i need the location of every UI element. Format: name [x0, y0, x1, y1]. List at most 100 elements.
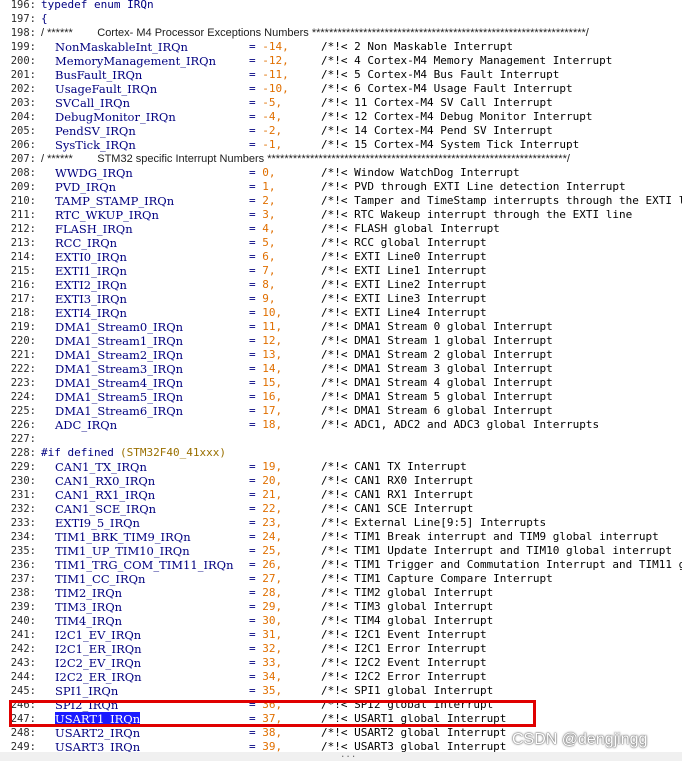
- line-number: 207:: [10, 153, 36, 165]
- enum-name: EXTI3_IRQn: [55, 292, 127, 306]
- code-line[interactable]: 220: DMA1_Stream1_IRQn = 12, /*!< DMA1 Stre…: [0, 334, 682, 348]
- code-line[interactable]: 227:: [0, 432, 682, 446]
- enum-value: = 25,: [249, 544, 283, 557]
- code-text: DMA1_Stream2_IRQn = 13, /*!< DMA1 Stream 2…: [41, 348, 682, 362]
- enum-comment: /*!< TIM2 global Interrupt: [321, 586, 494, 599]
- line-number: 248:: [10, 727, 36, 739]
- code-line[interactable]: 204: DebugMonitor_IRQn = -4, /*!< 12 Cortex…: [0, 110, 682, 124]
- code-line[interactable]: 244: I2C2_ER_IRQn = 34, /*!< I2C2 Error Int…: [0, 670, 682, 684]
- code-line[interactable]: 212: FLASH_IRQn = 4, /*!< FLASH global Inte…: [0, 222, 682, 236]
- code-line[interactable]: 241: I2C1_EV_IRQn = 31, /*!< I2C1 Event Int…: [0, 628, 682, 642]
- code-line[interactable]: 207: / ****** STM32 specific Interrupt Nu…: [0, 152, 682, 166]
- code-line[interactable]: 236: TIM1_TRG_COM_TIM11_IRQn = 26, /*!< TIM…: [0, 558, 682, 572]
- code-line[interactable]: 221: DMA1_Stream2_IRQn = 13, /*!< DMA1 Stre…: [0, 348, 682, 362]
- enum-name: EXTI9_5_IRQn: [55, 516, 140, 530]
- enum-name: SysTick_IRQn: [55, 138, 136, 152]
- code-line[interactable]: 200: MemoryManagement_IRQn = -12, /*!< 4 Co…: [0, 54, 682, 68]
- enum-name: DMA1_Stream5_IRQn: [55, 390, 184, 404]
- enum-value: = 2,: [249, 194, 276, 207]
- code-line[interactable]: 211: RTC_WKUP_IRQn = 3, /*!< RTC Wakeup int…: [0, 208, 682, 222]
- code-line[interactable]: 219: DMA1_Stream0_IRQn = 11, /*!< DMA1 Stre…: [0, 320, 682, 334]
- code-text: TIM1_BRK_TIM9_IRQn = 24, /*!< TIM1 Break i…: [41, 530, 682, 544]
- code-line[interactable]: 238: TIM2_IRQn = 28, /*!< TIM2 global Inter…: [0, 586, 682, 600]
- code-line[interactable]: 215: EXTI1_IRQn = 7, /*!< EXTI Line1 Interr…: [0, 264, 682, 278]
- code-line[interactable]: 201: BusFault_IRQn = -11, /*!< 5 Cortex-M4 …: [0, 68, 682, 82]
- code-line[interactable]: 246: SPI2_IRQn = 36, /*!< SPI2 global Inter…: [0, 698, 682, 712]
- code-line[interactable]: 222: DMA1_Stream3_IRQn = 14, /*!< DMA1 Stre…: [0, 362, 682, 376]
- enum-comment: /*!< EXTI Line2 Interrupt: [321, 278, 487, 291]
- code-line[interactable]: 226: ADC_IRQn = 18, /*!< ADC1, ADC2 and ADC…: [0, 418, 682, 432]
- code-line[interactable]: 209: PVD_IRQn = 1, /*!< PVD through EXTI Li…: [0, 180, 682, 194]
- enum-name: NonMaskableInt_IRQn: [55, 40, 188, 54]
- enum-name: TIM4_IRQn: [55, 614, 123, 628]
- resize-grip-icon[interactable]: ...: [340, 751, 356, 760]
- code-line[interactable]: 196: typedef enum IRQn: [0, 0, 682, 12]
- line-number: 236:: [10, 559, 36, 571]
- line-number: 232:: [10, 503, 36, 515]
- code-line[interactable]: 199: NonMaskableInt_IRQn = -14, /*!< 2 Non …: [0, 40, 682, 54]
- enum-value: = 28,: [249, 586, 283, 599]
- code-line[interactable]: 243: I2C2_EV_IRQn = 33, /*!< I2C2 Event Int…: [0, 656, 682, 670]
- code-line[interactable]: 205: PendSV_IRQn = -2, /*!< 14 Cortex-M4 Pe…: [0, 124, 682, 138]
- enum-comment: /*!< DMA1 Stream 5 global Interrupt: [321, 390, 553, 403]
- code-line[interactable]: 214: EXTI0_IRQn = 6, /*!< EXTI Line0 Interr…: [0, 250, 682, 264]
- code-line[interactable]: 225: DMA1_Stream6_IRQn = 17, /*!< DMA1 Stre…: [0, 404, 682, 418]
- line-number: 228:: [10, 447, 36, 459]
- code-line[interactable]: 234: TIM1_BRK_TIM9_IRQn = 24, /*!< TIM1 Bre…: [0, 530, 682, 544]
- code-line[interactable]: 223: DMA1_Stream4_IRQn = 15, /*!< DMA1 Stre…: [0, 376, 682, 390]
- code-line[interactable]: 210: TAMP_STAMP_IRQn = 2, /*!< Tamper and T…: [0, 194, 682, 208]
- code-line[interactable]: 239: TIM3_IRQn = 29, /*!< TIM3 global Inter…: [0, 600, 682, 614]
- code-line[interactable]: 235: TIM1_UP_TIM10_IRQn = 25, /*!< TIM1 Upd…: [0, 544, 682, 558]
- code-line[interactable]: 237: TIM1_CC_IRQn = 27, /*!< TIM1 Capture C…: [0, 572, 682, 586]
- code-line[interactable]: 242: I2C1_ER_IRQn = 32, /*!< I2C1 Error Int…: [0, 642, 682, 656]
- enum-comment: /*!< FLASH global Interrupt: [321, 222, 500, 235]
- enum-value: = 23,: [249, 516, 283, 529]
- line-number: 225:: [10, 405, 36, 417]
- enum-value: = 17,: [249, 404, 283, 417]
- code-line[interactable]: 208: WWDG_IRQn = 0, /*!< Window WatchDog In…: [0, 166, 682, 180]
- code-line[interactable]: 224: DMA1_Stream5_IRQn = 16, /*!< DMA1 Stre…: [0, 390, 682, 404]
- code-line[interactable]: 231: CAN1_RX1_IRQn = 21, /*!< CAN1 RX1 Inte…: [0, 488, 682, 502]
- code-text: FLASH_IRQn = 4, /*!< FLASH global Interrup…: [41, 222, 682, 236]
- enum-comment: /*!< I2C2 Error Interrupt: [321, 670, 487, 683]
- enum-comment: /*!< SPI1 global Interrupt: [321, 684, 494, 697]
- code-line[interactable]: 247: USART1_IRQn = 37, /*!< USART1 global I…: [0, 712, 682, 726]
- code-line[interactable]: 228: #if defined (STM32F40_41xxx): [0, 446, 682, 460]
- code-line[interactable]: 203: SVCall_IRQn = -5, /*!< 11 Cortex-M4 SV…: [0, 96, 682, 110]
- code-line[interactable]: 202: UsageFault_IRQn = -10, /*!< 6 Cortex-M…: [0, 82, 682, 96]
- enum-name: CAN1_RX1_IRQn: [55, 488, 156, 502]
- code-line[interactable]: 245: SPI1_IRQn = 35, /*!< SPI1 global Inter…: [0, 684, 682, 698]
- enum-comment: /*!< DMA1 Stream 0 global Interrupt: [321, 320, 553, 333]
- enum-name: EXTI2_IRQn: [55, 278, 127, 292]
- watermark: CSDN @dengjingg: [512, 731, 648, 748]
- code-line[interactable]: 213: RCC_IRQn = 5, /*!< RCC global Interrup…: [0, 236, 682, 250]
- enum-name: DMA1_Stream4_IRQn: [55, 376, 184, 390]
- code-text: SVCall_IRQn = -5, /*!< 11 Cortex-M4 SV Cal…: [41, 96, 682, 110]
- code-editor[interactable]: 196: typedef enum IRQn 197: {198: / ****** C…: [0, 0, 682, 752]
- enum-name: UsageFault_IRQn: [55, 82, 158, 96]
- code-line[interactable]: 218: EXTI4_IRQn = 10, /*!< EXTI Line4 Inter…: [0, 306, 682, 320]
- code-line[interactable]: 198: / ****** Cortex- M4 Processor Except…: [0, 26, 682, 40]
- enum-name: DMA1_Stream3_IRQn: [55, 362, 184, 376]
- enum-comment: /*!< I2C1 Error Interrupt: [321, 642, 487, 655]
- code-line[interactable]: 233: EXTI9_5_IRQn = 23, /*!< External Line[…: [0, 516, 682, 530]
- code-line[interactable]: 217: EXTI3_IRQn = 9, /*!< EXTI Line3 Interr…: [0, 292, 682, 306]
- code-line[interactable]: 206: SysTick_IRQn = -1, /*!< 15 Cortex-M4 S…: [0, 138, 682, 152]
- enum-value: = 19,: [249, 460, 283, 473]
- enum-value: = 30,: [249, 614, 283, 627]
- enum-value: = -14,: [249, 40, 289, 53]
- code-line[interactable]: 216: EXTI2_IRQn = 8, /*!< EXTI Line2 Interr…: [0, 278, 682, 292]
- code-line[interactable]: 232: CAN1_SCE_IRQn = 22, /*!< CAN1 SCE Inte…: [0, 502, 682, 516]
- code-line[interactable]: 229: CAN1_TX_IRQn = 19, /*!< CAN1 TX Interr…: [0, 460, 682, 474]
- code-text: I2C2_ER_IRQn = 34, /*!< I2C2 Error Interru…: [41, 670, 682, 684]
- code-line[interactable]: 197: {: [0, 12, 682, 26]
- code-line[interactable]: 240: TIM4_IRQn = 30, /*!< TIM4 global Inter…: [0, 614, 682, 628]
- code-line[interactable]: 230: CAN1_RX0_IRQn = 20, /*!< CAN1 RX0 Inte…: [0, 474, 682, 488]
- enum-name: PendSV_IRQn: [55, 124, 136, 138]
- enum-comment: /*!< 2 Non Maskable Interrupt: [321, 40, 514, 53]
- line-number: 224:: [10, 391, 36, 403]
- code-text: DMA1_Stream0_IRQn = 11, /*!< DMA1 Stream 0…: [41, 320, 682, 334]
- enum-comment: /*!< CAN1 SCE Interrupt: [321, 502, 474, 515]
- line-number: 213:: [10, 237, 36, 249]
- code-text: DMA1_Stream1_IRQn = 12, /*!< DMA1 Stream 1…: [41, 334, 682, 348]
